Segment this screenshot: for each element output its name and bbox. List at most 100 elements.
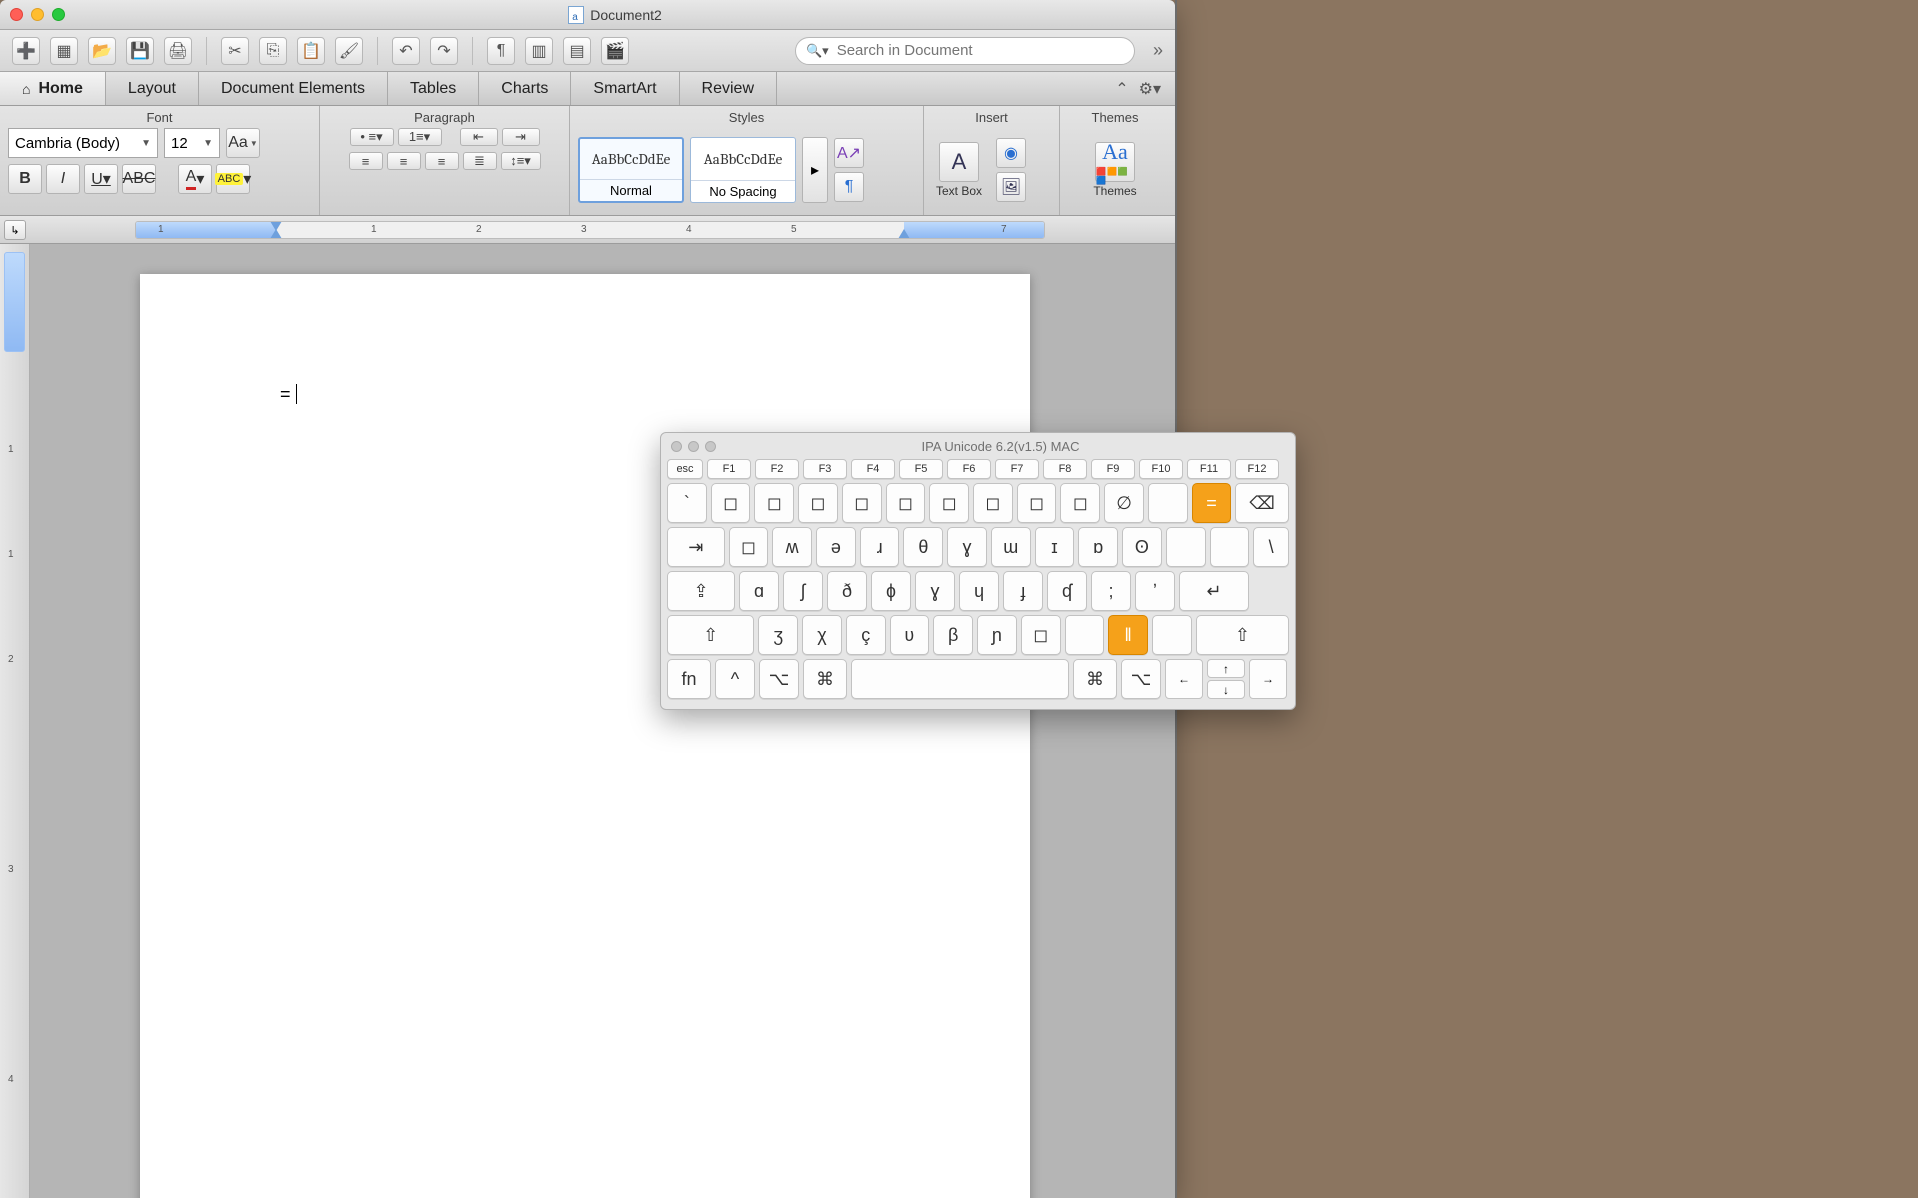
ribbon-settings-icon[interactable]: ⚙▾ xyxy=(1139,79,1161,99)
osk-close-button[interactable] xyxy=(671,441,682,452)
increase-indent-button[interactable]: ⇥ xyxy=(502,128,540,146)
document-content[interactable]: = xyxy=(280,384,890,405)
key-⇥[interactable]: ⇥ xyxy=(667,527,725,567)
key-f10[interactable]: F10 xyxy=(1139,459,1183,479)
search-input[interactable] xyxy=(837,42,1124,59)
pilcrow-button[interactable]: ¶ xyxy=(487,37,515,65)
key-arrow-down[interactable]: ↓ xyxy=(1207,680,1245,699)
templates-button[interactable]: ▦ xyxy=(50,37,78,65)
osk-minimize-button[interactable] xyxy=(688,441,699,452)
key-ð[interactable]: ð xyxy=(827,571,867,611)
key-blank[interactable] xyxy=(1065,615,1105,655)
tab-smartart[interactable]: SmartArt xyxy=(571,72,679,105)
key-‖[interactable]: ‖ xyxy=(1108,615,1148,655)
key-f5[interactable]: F5 xyxy=(899,459,943,479)
bold-button[interactable]: B xyxy=(8,164,42,194)
redo-button[interactable]: ↷ xyxy=(430,37,458,65)
justify-button[interactable]: ≣ xyxy=(463,152,497,170)
key-ɟ[interactable]: ɟ xyxy=(1003,571,1043,611)
key-f6[interactable]: F6 xyxy=(947,459,991,479)
search-field[interactable]: 🔍▾ xyxy=(795,37,1135,65)
key-ʠ[interactable]: ʠ xyxy=(1047,571,1087,611)
zoom-button[interactable] xyxy=(52,8,65,21)
cut-button[interactable]: ✂ xyxy=(221,37,249,65)
key-f7[interactable]: F7 xyxy=(995,459,1039,479)
key-ɣ[interactable]: ɣ xyxy=(915,571,955,611)
bullets-button[interactable]: • ≡▾ xyxy=(350,128,394,146)
tab-review[interactable]: Review xyxy=(680,72,777,105)
key-f9[interactable]: F9 xyxy=(1091,459,1135,479)
osk-titlebar[interactable]: IPA Unicode 6.2(v1.5) MAC xyxy=(661,433,1295,459)
key-◻[interactable]: ◻ xyxy=(1060,483,1100,523)
key-ɣ[interactable]: ɣ xyxy=(947,527,987,567)
key-◻[interactable]: ◻ xyxy=(1017,483,1057,523)
tab-stop-selector[interactable]: ↳ xyxy=(4,220,26,240)
format-painter-button[interactable]: 🖌 xyxy=(335,37,363,65)
key-ʋ[interactable]: ʋ xyxy=(890,615,930,655)
new-button[interactable]: ➕ xyxy=(12,37,40,65)
print-button[interactable]: 🖨 xyxy=(164,37,192,65)
key-blank[interactable] xyxy=(1148,483,1188,523)
highlight-button[interactable]: ABC▾ xyxy=(216,164,250,194)
key-◻[interactable]: ◻ xyxy=(886,483,926,523)
sidebar-button[interactable]: ▥ xyxy=(525,37,553,65)
copy-button[interactable]: ⎘ xyxy=(259,37,287,65)
quick-styles-button[interactable]: A↗ xyxy=(834,138,864,168)
key-⇧[interactable]: ⇧ xyxy=(1196,615,1289,655)
key-↵[interactable]: ↵ xyxy=(1179,571,1249,611)
key-blank[interactable] xyxy=(1210,527,1250,567)
line-spacing-button[interactable]: ↕≡▾ xyxy=(501,152,541,170)
key-◻[interactable]: ◻ xyxy=(842,483,882,523)
key-β[interactable]: β xyxy=(933,615,973,655)
minimize-button[interactable] xyxy=(31,8,44,21)
save-button[interactable]: 💾 xyxy=(126,37,154,65)
vertical-ruler[interactable]: 1 1 2 3 4 xyxy=(0,244,30,1198)
key-`[interactable]: ` xyxy=(667,483,707,523)
font-size-dropdown[interactable]: 12▼ xyxy=(164,128,220,158)
key-arrow-left[interactable]: ← xyxy=(1165,659,1203,699)
key-ʒ[interactable]: ʒ xyxy=(758,615,798,655)
key-\[interactable]: \ xyxy=(1253,527,1289,567)
key-⌫[interactable]: ⌫ xyxy=(1235,483,1289,523)
decrease-indent-button[interactable]: ⇤ xyxy=(460,128,498,146)
key-χ[interactable]: χ xyxy=(802,615,842,655)
toolbox-button[interactable]: ▤ xyxy=(563,37,591,65)
horizontal-ruler[interactable]: 1 1 2 3 4 5 7 xyxy=(135,221,1045,239)
insert-picture-button[interactable]: 🖼 xyxy=(996,172,1026,202)
key-◻[interactable]: ◻ xyxy=(798,483,838,523)
key-arrow-right[interactable]: → xyxy=(1249,659,1287,699)
insert-textbox[interactable]: A Text Box xyxy=(932,142,986,198)
key-ə[interactable]: ə xyxy=(816,527,856,567)
key-f12[interactable]: F12 xyxy=(1235,459,1279,479)
key-ʼ[interactable]: ʼ xyxy=(1135,571,1175,611)
align-right-button[interactable]: ≡ xyxy=(425,152,459,170)
key-ɥ[interactable]: ɥ xyxy=(959,571,999,611)
key-;[interactable]: ; xyxy=(1091,571,1131,611)
key-blank[interactable] xyxy=(1166,527,1206,567)
insert-shape-button[interactable]: ◉ xyxy=(996,138,1026,168)
page-scroll[interactable]: = xyxy=(30,244,1175,1198)
strikethrough-button[interactable]: ABC xyxy=(122,164,156,194)
paste-button[interactable]: 📋 xyxy=(297,37,325,65)
key-ʘ[interactable]: ʘ xyxy=(1122,527,1162,567)
font-color-button[interactable]: A▾ xyxy=(178,164,212,194)
key-⌘[interactable]: ⌘ xyxy=(1073,659,1117,699)
tab-home[interactable]: ⌂ Home xyxy=(0,72,106,105)
key-ç[interactable]: ç xyxy=(846,615,886,655)
key-⇧[interactable]: ⇧ xyxy=(667,615,754,655)
key-◻[interactable]: ◻ xyxy=(973,483,1013,523)
key-⇪[interactable]: ⇪ xyxy=(667,571,735,611)
key-ɲ[interactable]: ɲ xyxy=(977,615,1017,655)
change-case-button[interactable]: Aa▼ xyxy=(226,128,260,158)
align-center-button[interactable]: ≡ xyxy=(387,152,421,170)
tab-layout[interactable]: Layout xyxy=(106,72,199,105)
key-f3[interactable]: F3 xyxy=(803,459,847,479)
styles-pane-button[interactable]: ¶ xyxy=(834,172,864,202)
numbering-button[interactable]: 1≡▾ xyxy=(398,128,442,146)
key-f11[interactable]: F11 xyxy=(1187,459,1231,479)
key-◻[interactable]: ◻ xyxy=(929,483,969,523)
key-ɪ[interactable]: ɪ xyxy=(1035,527,1075,567)
key-◻[interactable]: ◻ xyxy=(1021,615,1061,655)
key-∅[interactable]: ∅ xyxy=(1104,483,1144,523)
key-⌥[interactable]: ⌥ xyxy=(1121,659,1161,699)
